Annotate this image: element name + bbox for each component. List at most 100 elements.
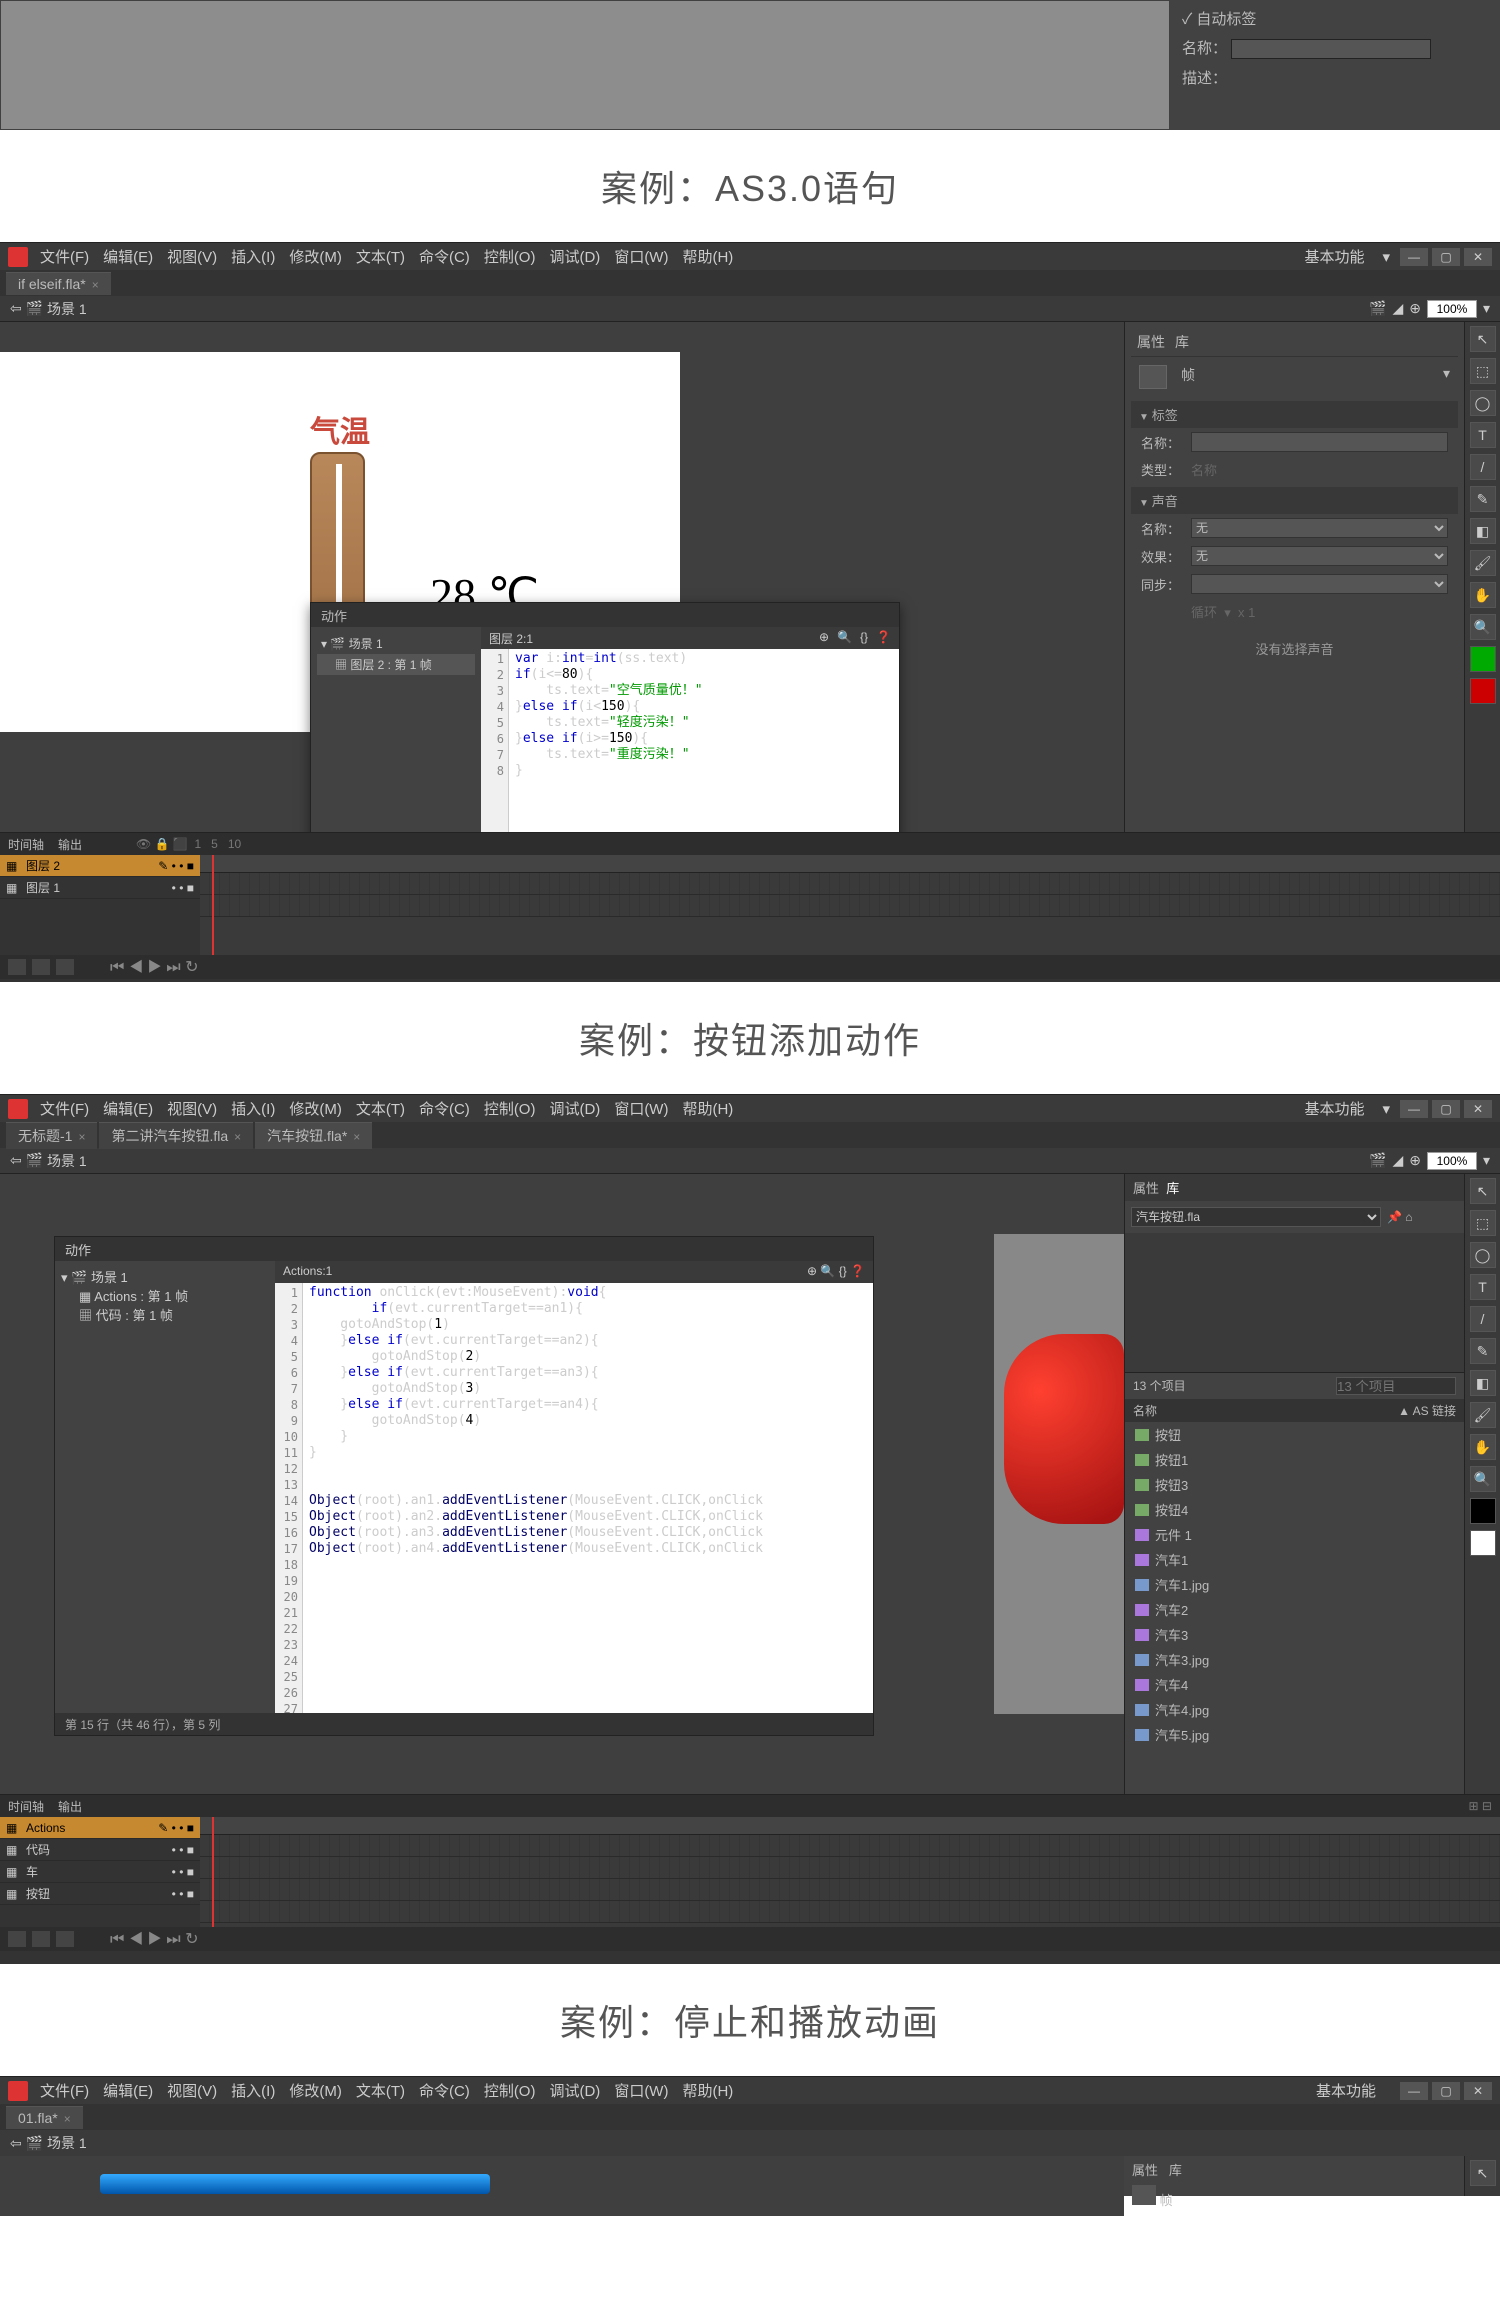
actions-panel-title[interactable]: 动作 <box>55 1237 873 1261</box>
stage-area[interactable]: 气温 28 ℃ 动作 ▾ 🎬 场景 1 ▦ 图层 2 : 第 1 帧 图层 2:… <box>0 322 1124 832</box>
tab-library[interactable]: 库 <box>1175 332 1189 352</box>
scene-tool-icon[interactable]: ◢ <box>1392 300 1403 317</box>
workspace-dropdown[interactable]: 基本功能 <box>1316 2080 1376 2101</box>
menu-modify[interactable]: 修改(M) <box>289 2080 342 2101</box>
menu-control[interactable]: 控制(O) <box>484 2080 536 2101</box>
library-item[interactable]: 按钮4 <box>1125 1497 1464 1522</box>
timeline-layer-row[interactable]: ▦代码• • ■ <box>0 1839 200 1861</box>
document-tab[interactable]: if elseif.fla*× <box>6 272 111 295</box>
window-close-button[interactable]: ✕ <box>1464 2082 1492 2100</box>
library-item[interactable]: 汽车3 <box>1125 1622 1464 1647</box>
rectangle-tool-icon[interactable]: ◧ <box>1470 518 1496 544</box>
document-tab[interactable]: 01.fla*× <box>6 2106 83 2129</box>
close-icon[interactable]: × <box>78 1130 85 1144</box>
section-sound[interactable]: 声音 <box>1131 487 1458 514</box>
scene-tool-icon[interactable]: ⊕ <box>1409 300 1421 317</box>
workspace-dropdown[interactable]: 基本功能 <box>1304 1098 1364 1119</box>
zoom-input[interactable] <box>1427 1152 1477 1170</box>
hand-tool-icon[interactable]: ✋ <box>1470 582 1496 608</box>
new-folder-button[interactable] <box>32 959 50 975</box>
workspace-dropdown-arrow[interactable]: ▾ <box>1382 1100 1390 1118</box>
zoom-tool-icon[interactable]: 🔍 <box>1470 1466 1496 1492</box>
tab-output[interactable]: 输出 <box>58 1798 82 1815</box>
fill-color-icon[interactable] <box>1470 1530 1496 1556</box>
scene-back-icon[interactable]: ⇦ <box>10 2135 26 2152</box>
menu-edit[interactable]: 编辑(E) <box>103 1098 153 1119</box>
window-close-button[interactable]: ✕ <box>1464 248 1492 266</box>
close-icon[interactable]: × <box>234 1130 241 1144</box>
library-item[interactable]: 汽车1.jpg <box>1125 1572 1464 1597</box>
fill-color-icon[interactable] <box>1470 678 1496 704</box>
tree-scene[interactable]: ▾ 🎬 场景 1 <box>61 1267 269 1286</box>
new-folder-button[interactable] <box>32 1931 50 1947</box>
window-maximize-button[interactable]: ▢ <box>1432 1100 1460 1118</box>
window-close-button[interactable]: ✕ <box>1464 1100 1492 1118</box>
zoom-tool-icon[interactable]: 🔍 <box>1470 614 1496 640</box>
tab-properties[interactable]: 属性 <box>1133 1178 1159 1197</box>
scene-tool-icon[interactable]: 🎬 <box>1369 300 1386 317</box>
library-item[interactable]: 汽车1 <box>1125 1547 1464 1572</box>
text-tool-icon[interactable]: T <box>1470 422 1496 448</box>
menu-window[interactable]: 窗口(W) <box>614 1098 668 1119</box>
menu-help[interactable]: 帮助(H) <box>682 1098 733 1119</box>
code-text[interactable]: var i:int=int(ss.text) if(i<=80){ ts.tex… <box>509 649 709 832</box>
zoom-dropdown-icon[interactable]: ▾ <box>1483 1152 1490 1169</box>
selection-tool-icon[interactable]: ↖ <box>1470 1178 1496 1204</box>
timeline-layer-row[interactable]: ▦图层 2✎ • • ■ <box>0 855 200 877</box>
stroke-color-icon[interactable] <box>1470 1498 1496 1524</box>
subselect-tool-icon[interactable]: ⬚ <box>1470 1210 1496 1236</box>
menu-insert[interactable]: 插入(I) <box>231 2080 275 2101</box>
menu-control[interactable]: 控制(O) <box>484 1098 536 1119</box>
tree-item[interactable]: ▦ 代码 : 第 1 帧 <box>61 1305 269 1324</box>
library-item[interactable]: 汽车2 <box>1125 1597 1464 1622</box>
menu-text[interactable]: 文本(T) <box>356 2080 405 2101</box>
subselect-tool-icon[interactable]: ⬚ <box>1470 358 1496 384</box>
sound-effect-select[interactable]: 无 <box>1191 546 1448 566</box>
menu-view[interactable]: 视图(V) <box>167 2080 217 2101</box>
menu-help[interactable]: 帮助(H) <box>682 246 733 267</box>
hand-tool-icon[interactable]: ✋ <box>1470 1434 1496 1460</box>
timeline-layer-row[interactable]: ▦Actions✎ • • ■ <box>0 1817 200 1839</box>
scene-tool-icon[interactable]: 🎬 <box>1369 1152 1386 1169</box>
timeline-layer-row[interactable]: ▦车• • ■ <box>0 1861 200 1883</box>
timeline-frames[interactable] <box>200 1817 1500 1927</box>
code-text[interactable]: function onClick(evt:MouseEvent):void{ i… <box>303 1283 769 1713</box>
close-icon[interactable]: × <box>64 2112 71 2126</box>
tree-scene[interactable]: ▾ 🎬 场景 1 <box>317 633 475 654</box>
menu-insert[interactable]: 插入(I) <box>231 246 275 267</box>
menu-edit[interactable]: 编辑(E) <box>103 246 153 267</box>
sound-name-select[interactable]: 无 <box>1191 518 1448 538</box>
new-layer-button[interactable] <box>8 1931 26 1947</box>
tab-library[interactable]: 库 <box>1166 1178 1179 1197</box>
timeline-layer-row[interactable]: ▦按钮• • ■ <box>0 1883 200 1905</box>
window-maximize-button[interactable]: ▢ <box>1432 248 1460 266</box>
menu-text[interactable]: 文本(T) <box>356 246 405 267</box>
library-item[interactable]: 元件 1 <box>1125 1522 1464 1547</box>
library-item[interactable]: 按钮1 <box>1125 1447 1464 1472</box>
code-tool-icon[interactable]: ⊕ <box>819 630 829 646</box>
auto-label-checkbox[interactable]: ✓ 自动标签 <box>1182 8 1488 29</box>
stroke-color-icon[interactable] <box>1470 646 1496 672</box>
tree-item[interactable]: ▦ Actions : 第 1 帧 <box>61 1286 269 1305</box>
tab-properties[interactable]: 属性 <box>1137 332 1165 352</box>
free-transform-tool-icon[interactable]: ◯ <box>1470 390 1496 416</box>
zoom-dropdown-icon[interactable]: ▾ <box>1483 300 1490 317</box>
menu-window[interactable]: 窗口(W) <box>614 2080 668 2101</box>
window-minimize-button[interactable]: — <box>1400 2082 1428 2100</box>
library-search-input[interactable] <box>1336 1377 1456 1395</box>
menu-help[interactable]: 帮助(H) <box>682 2080 733 2101</box>
close-icon[interactable]: × <box>92 278 99 292</box>
timeline-layer-row[interactable]: ▦图层 1• • ■ <box>0 877 200 899</box>
library-item[interactable]: 汽车5.jpg <box>1125 1722 1464 1747</box>
tab-timeline[interactable]: 时间轴 <box>8 836 44 853</box>
free-transform-tool-icon[interactable]: ◯ <box>1470 1242 1496 1268</box>
code-area[interactable]: 12345678 var i:int=int(ss.text) if(i<=80… <box>481 649 899 832</box>
menu-commands[interactable]: 命令(C) <box>419 1098 470 1119</box>
brush-tool-icon[interactable]: 🖌 <box>1470 550 1496 576</box>
document-tab[interactable]: 无标题-1× <box>6 1122 97 1149</box>
section-label[interactable]: 标签 <box>1131 401 1458 428</box>
brush-tool-icon[interactable]: 🖌 <box>1470 1402 1496 1428</box>
scene-tool-icon[interactable]: ◢ <box>1392 1152 1403 1169</box>
tab-output[interactable]: 输出 <box>58 836 82 853</box>
tab-timeline[interactable]: 时间轴 <box>8 1798 44 1815</box>
